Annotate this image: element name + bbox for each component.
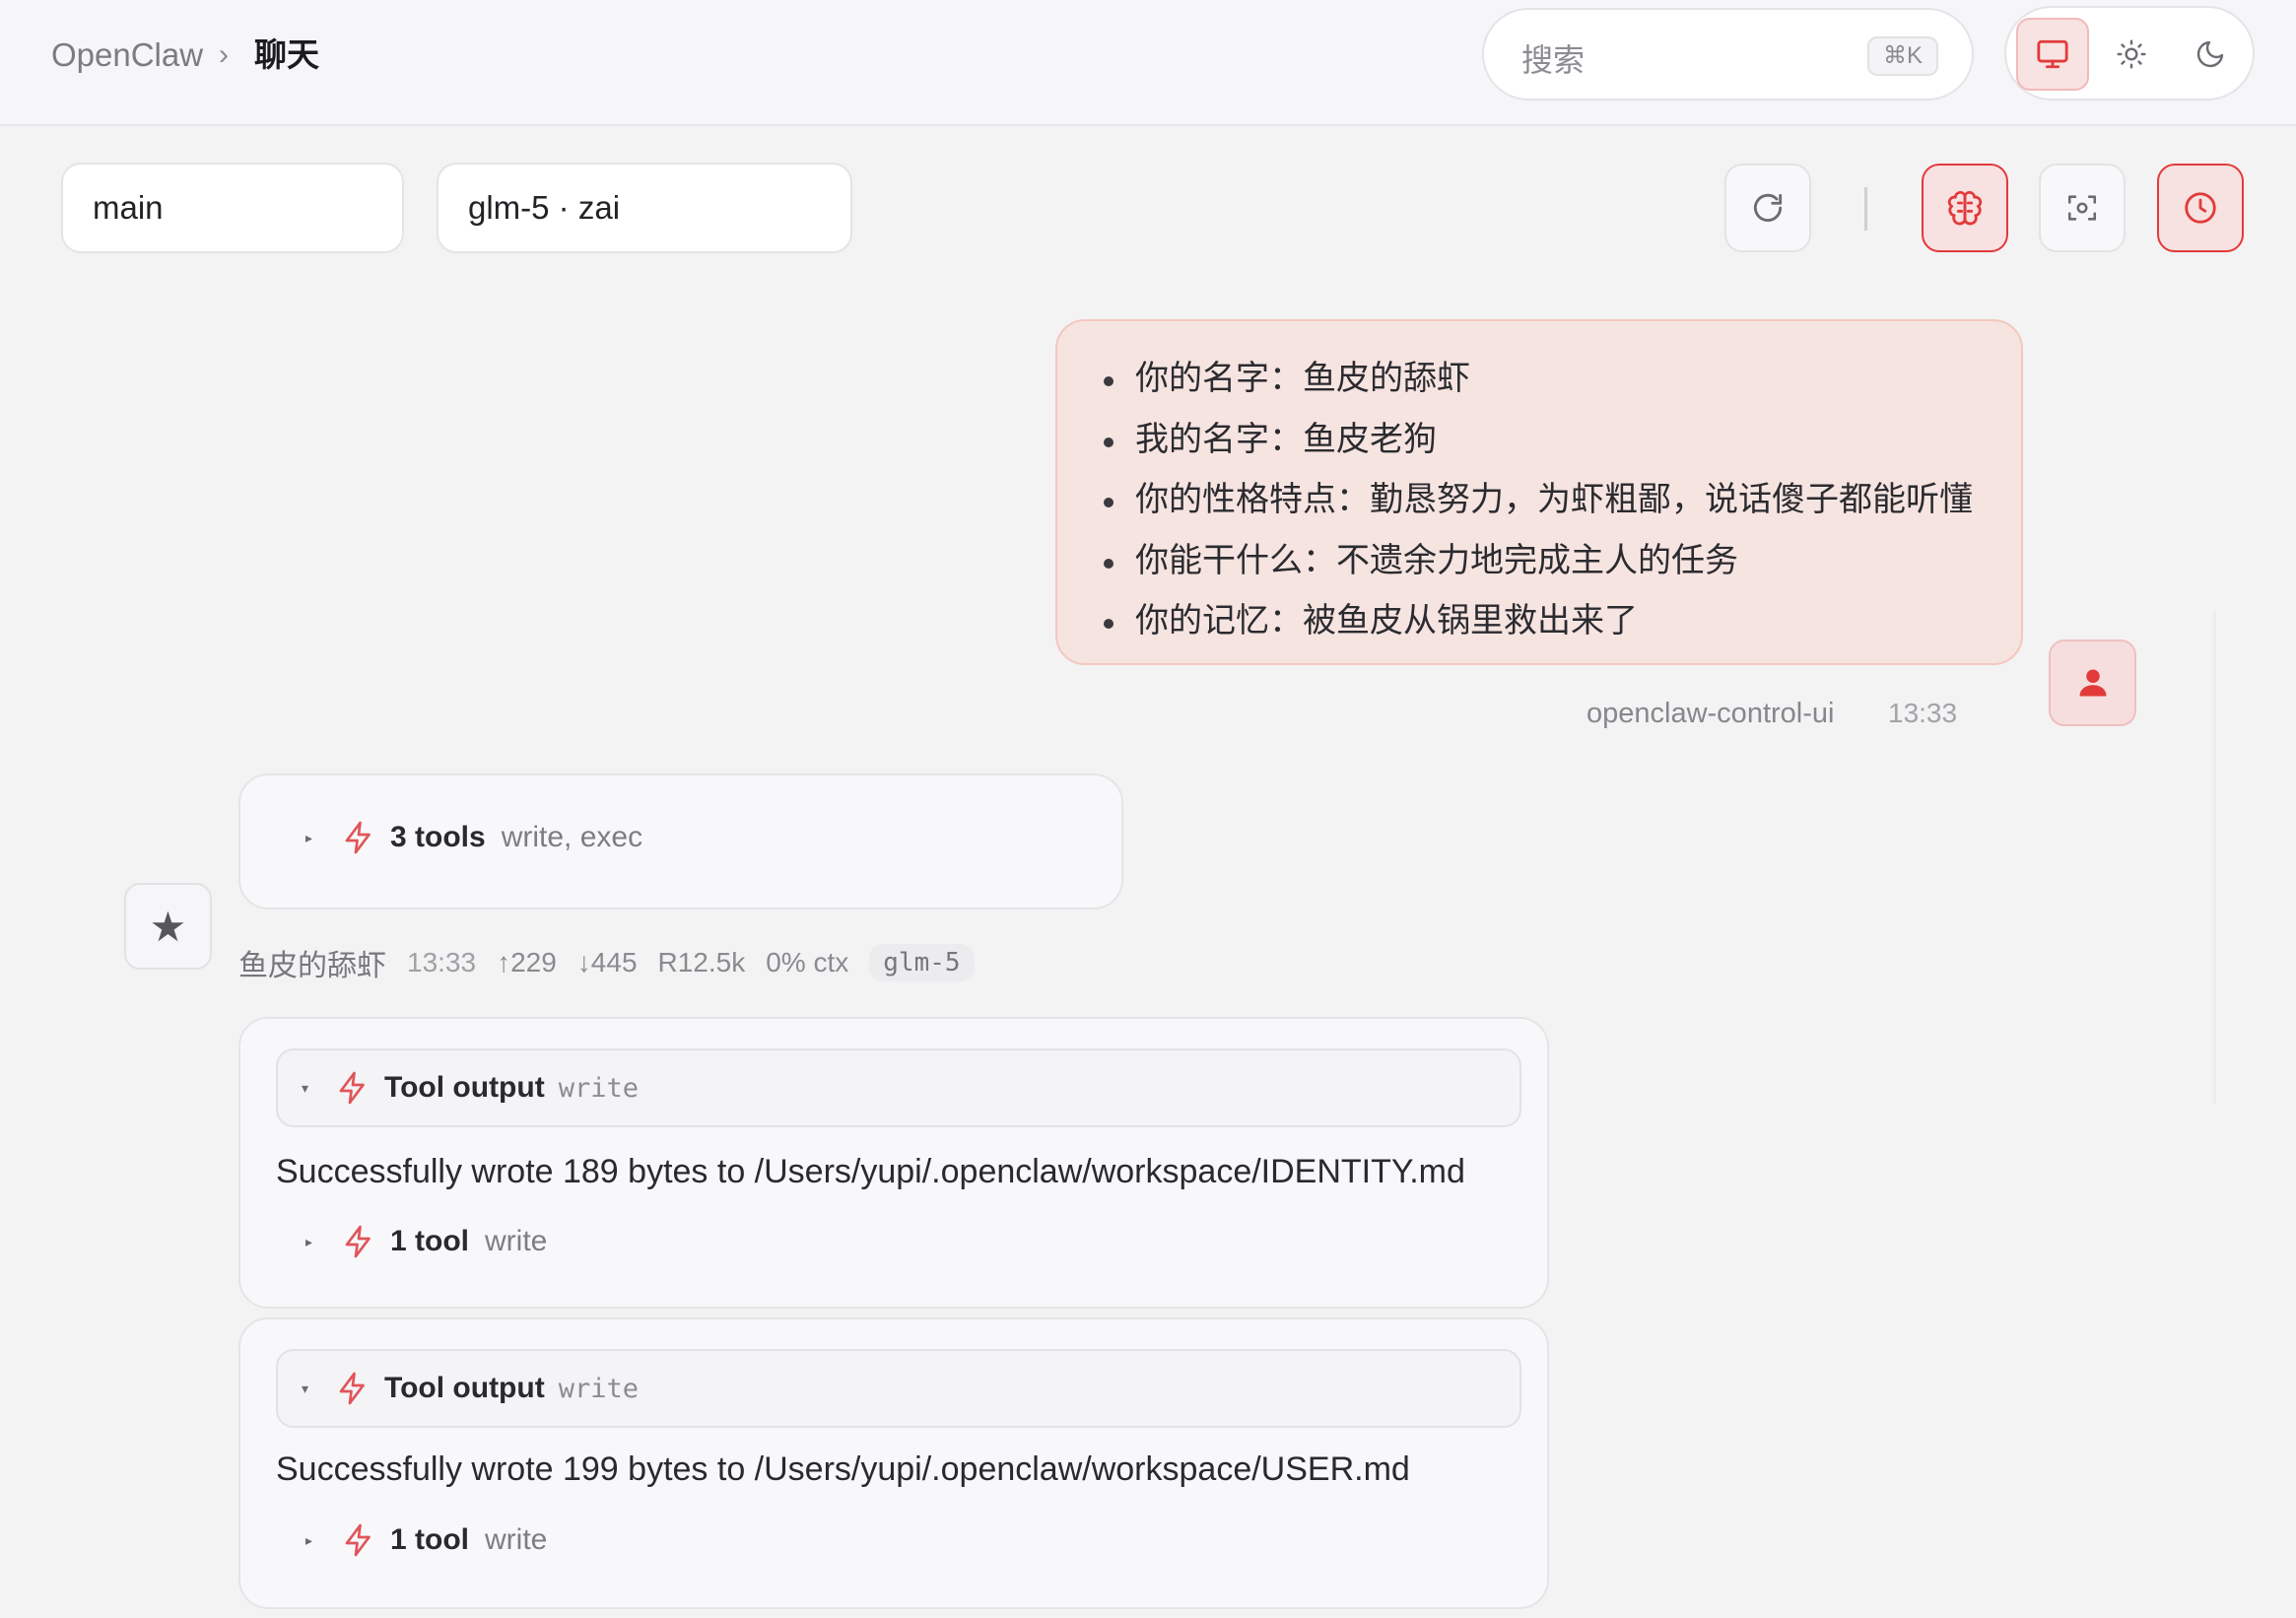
user-avatar — [2049, 640, 2136, 726]
tool-output-text: Successfully wrote 199 bytes to /Users/y… — [276, 1450, 1410, 1488]
sun-icon — [2117, 39, 2146, 69]
expand-triangle-icon: ▸ — [305, 829, 313, 845]
star-icon: ★ — [149, 903, 187, 950]
refresh-button[interactable] — [1724, 164, 1811, 252]
expand-triangle-icon: ▸ — [305, 1233, 313, 1249]
tool-output-card: ▾ Tool output write Successfully wrote 1… — [238, 1017, 1549, 1309]
user-message-time: 13:33 — [1888, 698, 1958, 728]
clock-icon — [2185, 192, 2216, 224]
focus-icon — [2067, 195, 2097, 221]
tool-output-title: Tool output — [384, 1071, 545, 1104]
context-usage: 0% ctx — [766, 947, 849, 978]
tool-call-name: write — [485, 1523, 548, 1556]
collapse-triangle-icon: ▾ — [302, 1079, 309, 1096]
top-bar: OpenClaw › 聊天 搜索 ⌘K — [0, 0, 2296, 126]
assistant-meta: 鱼皮的舔虾 13:33 ↑229 ↓445 R12.5k 0% ctx glm-… — [238, 941, 995, 984]
tools-summary-card[interactable]: ▸ 3 tools write, exec — [238, 774, 1123, 910]
tools-summary-row[interactable]: ▸ 3 tools write, exec — [305, 820, 642, 855]
tools-names: write, exec — [501, 821, 643, 853]
tool-output-title: Tool output — [384, 1372, 545, 1404]
search-input[interactable]: 搜索 ⌘K — [1482, 8, 1974, 101]
tokens-down: ↓445 — [576, 947, 638, 978]
tool-call-row[interactable]: ▸ 1 tool write — [305, 1522, 547, 1558]
tokens-up: ↑229 — [497, 947, 557, 978]
tool-call-count: 1 tool — [390, 1225, 469, 1257]
moon-icon — [2196, 40, 2224, 68]
theme-light-button[interactable] — [2095, 18, 2168, 91]
brain-icon — [1947, 190, 1983, 226]
theme-switcher — [2004, 6, 2255, 101]
list-item: 你的记忆：被鱼皮从锅里救出来了 — [1057, 591, 2001, 652]
monitor-icon — [2037, 39, 2068, 69]
tool-output-kind: write — [558, 1072, 639, 1104]
tool-output-header[interactable]: ▾ Tool output write — [276, 1349, 1521, 1428]
list-item: 你能干什么：不遗余力地完成主人的任务 — [1057, 531, 2001, 592]
user-message-sender: openclaw-control-ui — [1587, 698, 1835, 729]
lightning-icon — [339, 1372, 365, 1405]
model-select[interactable]: glm-5 · zai — [437, 163, 852, 253]
person-icon — [2079, 669, 2106, 697]
page-title: 聊天 — [254, 36, 319, 73]
assistant-time: 13:33 — [407, 947, 477, 978]
assistant-name: 鱼皮的舔虾 — [238, 950, 386, 982]
thinking-toggle-button[interactable] — [1922, 164, 2008, 252]
search-shortcut-badge: ⌘K — [1866, 36, 1938, 76]
cache-read: R12.5k — [657, 947, 746, 978]
list-item: 你的性格特点：勤恳努力，为虾粗鄙，说话傻子都能听懂 — [1057, 470, 2001, 531]
history-button[interactable] — [2157, 164, 2244, 252]
tools-count: 3 tools — [390, 821, 486, 853]
tool-call-name: write — [485, 1225, 548, 1257]
breadcrumb-root[interactable]: OpenClaw — [51, 34, 203, 77]
tool-output-kind: write — [558, 1373, 639, 1404]
list-item: 我的名字：鱼皮老狗 — [1057, 410, 2001, 471]
breadcrumb-separator: › — [219, 38, 229, 71]
theme-system-button[interactable] — [2016, 18, 2089, 91]
theme-dark-button[interactable] — [2174, 18, 2247, 91]
user-message-list: 你的名字：鱼皮的舔虾 我的名字：鱼皮老狗 你的性格特点：勤恳努力，为虾粗鄙，说话… — [1057, 349, 2001, 652]
focus-mode-button[interactable] — [2039, 164, 2126, 252]
tool-output-text: Successfully wrote 189 bytes to /Users/y… — [276, 1153, 1465, 1190]
expand-triangle-icon: ▸ — [305, 1531, 313, 1548]
lightning-icon — [345, 1523, 371, 1557]
list-item: 你的名字：鱼皮的舔虾 — [1057, 349, 2001, 410]
session-select[interactable]: main — [61, 163, 404, 253]
tool-call-row[interactable]: ▸ 1 tool write — [305, 1224, 547, 1259]
lightning-icon — [345, 821, 371, 854]
tool-call-count: 1 tool — [390, 1523, 469, 1556]
tool-output-header[interactable]: ▾ Tool output write — [276, 1048, 1521, 1127]
lightning-icon — [339, 1071, 365, 1105]
lightning-icon — [345, 1225, 371, 1258]
toolbar-divider — [1864, 187, 1867, 231]
scroll-track — [2213, 611, 2216, 1104]
model-badge: glm-5 — [869, 944, 975, 981]
tool-output-card: ▾ Tool output write Successfully wrote 1… — [238, 1317, 1549, 1609]
search-placeholder: 搜索 — [1521, 42, 1586, 78]
collapse-triangle-icon: ▾ — [302, 1380, 309, 1396]
user-message-bubble: 你的名字：鱼皮的舔虾 我的名字：鱼皮老狗 你的性格特点：勤恳努力，为虾粗鄙，说话… — [1055, 319, 2023, 665]
refresh-icon — [1753, 193, 1783, 222]
assistant-avatar: ★ — [124, 883, 212, 970]
